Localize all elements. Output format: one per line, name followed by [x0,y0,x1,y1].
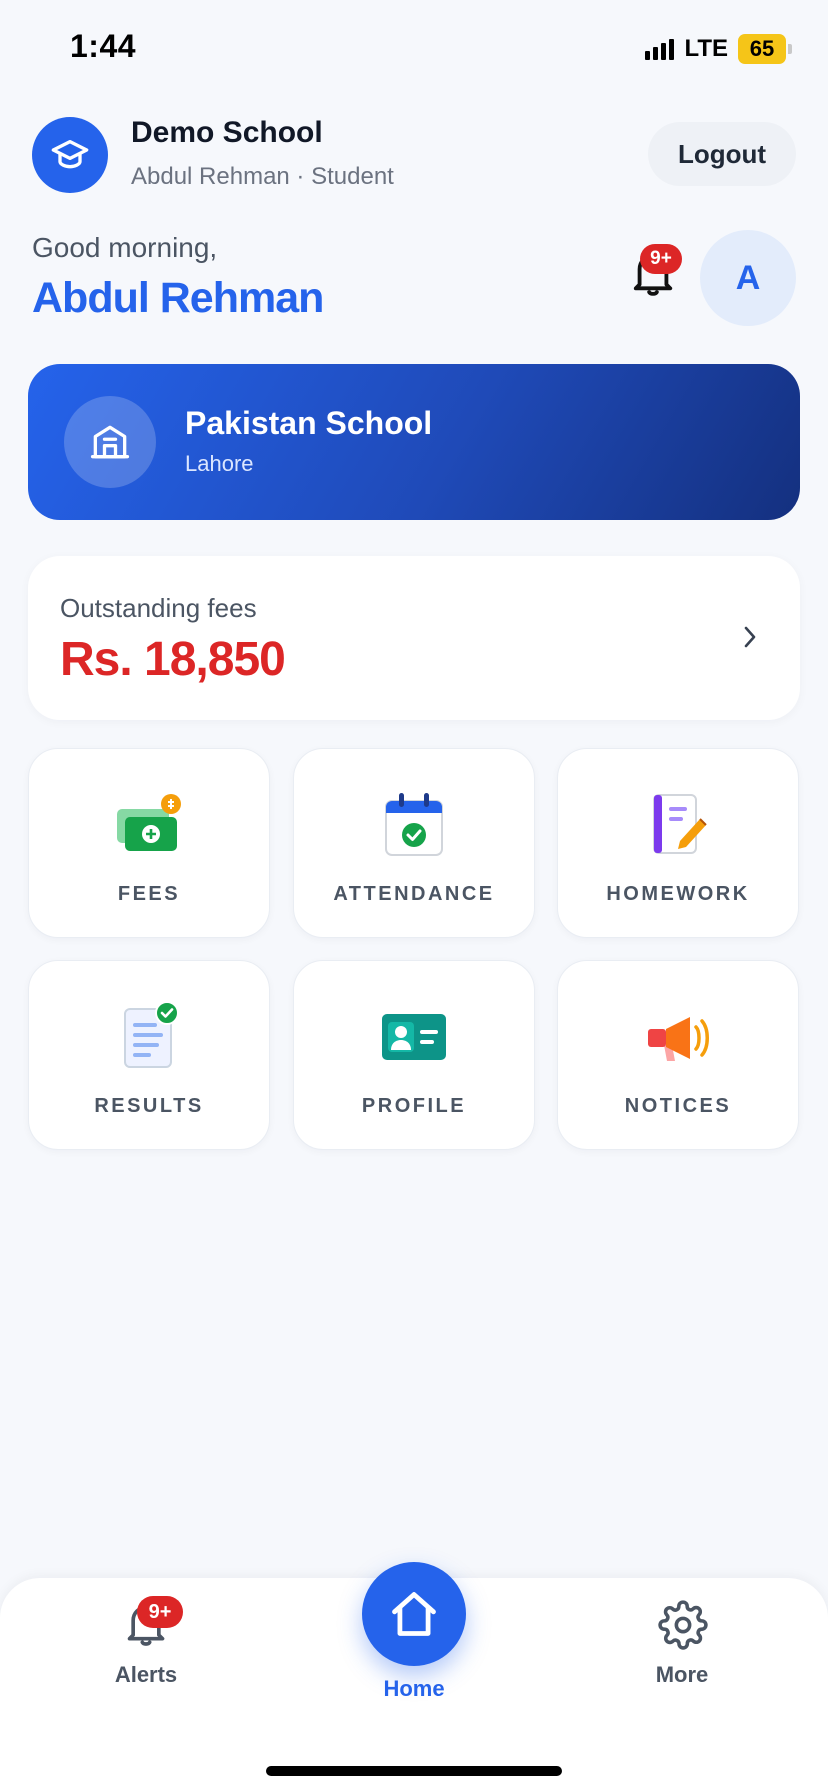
logout-button[interactable]: Logout [648,122,796,186]
home-indicator [266,1766,562,1776]
school-name: Demo School [131,116,323,149]
tile-attendance[interactable]: ATTENDANCE [293,748,535,938]
tile-label-attendance: ATTENDANCE [333,883,495,905]
battery-icon: 65 [738,34,792,64]
tile-homework[interactable]: HOMEWORK [557,748,799,938]
nav-alerts-label: Alerts [114,1662,178,1687]
notebook-pencil-icon [642,789,714,861]
school-card-city: Lahore [185,451,254,476]
tile-label-fees: FEES [117,883,181,905]
chevron-right-icon [738,622,762,652]
nav-more-label: More [655,1662,709,1687]
fees-label: Outstanding fees [60,593,257,623]
signal-icon [645,38,675,60]
tile-label-homework: HOMEWORK [606,883,750,905]
greeting-text: Good morning, [32,232,218,263]
id-card-icon [378,1001,450,1073]
school-card-title: Pakistan School [185,405,433,441]
nav-home-button[interactable] [362,1562,466,1666]
battery-level: 65 [738,34,786,64]
nav-more[interactable]: More [618,1596,746,1687]
tile-label-results: RESULTS [94,1095,204,1117]
tile-profile[interactable]: PROFILE [293,960,535,1150]
gear-icon [658,1600,708,1655]
document-check-icon [113,1001,185,1073]
tile-label-profile: PROFILE [361,1095,467,1117]
home-icon [392,1592,436,1636]
tile-label-notices: NOTICES [624,1095,732,1117]
tile-notices[interactable]: NOTICES [557,960,799,1150]
money-icon [113,789,185,861]
nav-home-label[interactable]: Home [364,1676,464,1702]
user-role-subtitle: Abdul Rehman · Student [131,163,394,190]
tile-results[interactable]: RESULTS [28,960,270,1150]
megaphone-icon [642,1001,714,1073]
notification-badge: 9+ [640,244,682,274]
status-indicators: LTE 65 [645,34,792,64]
building-icon [64,396,156,488]
user-name-heading: Abdul Rehman [32,274,324,322]
status-time: 1:44 [70,28,137,64]
alerts-badge: 9+ [137,1596,183,1628]
avatar[interactable]: A [700,230,796,326]
fees-amount: Rs. 18,850 [60,633,286,686]
network-type: LTE [684,35,728,62]
school-logo-icon [32,117,108,193]
tile-fees[interactable]: FEES [28,748,270,938]
calendar-check-icon [378,789,450,861]
